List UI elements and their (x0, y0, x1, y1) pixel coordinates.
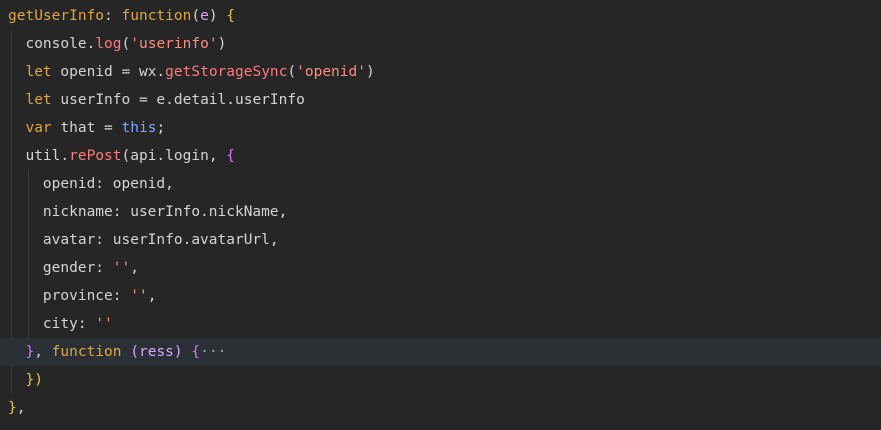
code-token: ) (365, 64, 375, 80)
code-line[interactable]: getUserInfo: function(e) { (0, 2, 881, 30)
code-line-text: city: '' (8, 310, 113, 338)
code-token: getStorageSync (165, 64, 288, 80)
code-line-text: nickname: userInfo.nickName, (8, 198, 287, 226)
code-line[interactable]: let openid = wx.getStorageSync('openid') (0, 58, 881, 86)
code-token: console (25, 36, 87, 52)
code-token: '' (112, 260, 131, 276)
code-line[interactable]: avatar: userInfo.avatarUrl, (0, 226, 881, 254)
code-line-text: gender: '', (8, 254, 139, 282)
code-token: userInfo = e.detail.userInfo (51, 92, 305, 108)
code-line[interactable]: var that = this; (0, 114, 881, 142)
code-line[interactable]: }) (0, 366, 881, 394)
code-token: . (86, 36, 96, 52)
code-line[interactable]: console.log('userinfo') (0, 30, 881, 58)
code-token: ( (287, 64, 297, 80)
code-line[interactable]: }, function (ress) {··· (0, 338, 881, 366)
code-token: function (121, 8, 192, 24)
code-token: let (25, 92, 52, 108)
code-token: { (191, 344, 201, 360)
code-token: }) (25, 372, 43, 388)
code-token: (ress) (130, 344, 183, 360)
code-token: function (51, 344, 122, 360)
code-token: this (121, 120, 157, 136)
code-token: , (34, 344, 52, 360)
code-token: ) (208, 8, 227, 24)
code-editor[interactable]: getUserInfo: function(e) { console.log('… (0, 0, 881, 430)
code-token: that = (51, 120, 122, 136)
code-line[interactable]: gender: '', (0, 254, 881, 282)
code-token: city: (42, 316, 96, 332)
code-line-text: avatar: userInfo.avatarUrl, (8, 226, 279, 254)
code-line[interactable]: util.rePost(api.login, { (0, 142, 881, 170)
code-line-text: }) (8, 366, 43, 394)
code-token: openid = wx. (51, 64, 166, 80)
code-token: } (8, 400, 17, 416)
code-line[interactable]: nickname: userInfo.nickName, (0, 198, 881, 226)
code-line-text: openid: openid, (8, 170, 174, 198)
code-token: '' (130, 288, 148, 304)
code-token: : (104, 8, 122, 24)
code-token: util. (25, 148, 70, 164)
code-token: , (130, 260, 139, 276)
code-line-text: let userInfo = e.detail.userInfo (8, 86, 305, 114)
code-token: , (16, 400, 26, 416)
code-token: ; (156, 120, 166, 136)
code-token: ) (217, 36, 227, 52)
code-token: province: (42, 288, 131, 304)
code-token: log (95, 36, 122, 52)
code-token: e (200, 8, 209, 24)
code-line-text: let openid = wx.getStorageSync('openid') (8, 58, 375, 86)
code-token: 'userinfo' (130, 36, 218, 52)
code-line[interactable]: }, (0, 394, 881, 422)
code-token: ( (191, 8, 201, 24)
code-line-text: util.rePost(api.login, { (8, 142, 235, 170)
code-token: (api.login, (121, 148, 227, 164)
code-token: gender: (42, 260, 113, 276)
code-token: let (25, 64, 52, 80)
code-token: 'openid' (296, 64, 366, 80)
code-line-text: var that = this; (8, 114, 165, 142)
code-line[interactable]: openid: openid, (0, 170, 881, 198)
code-token: , (147, 288, 157, 304)
code-token: openid: openid, (42, 176, 174, 192)
code-token: { (226, 148, 236, 164)
code-line[interactable]: province: '', (0, 282, 881, 310)
code-token: { (226, 8, 236, 24)
code-token: rePost (69, 148, 122, 164)
code-token: '' (95, 316, 113, 332)
code-line-text: }, function (ress) {··· (8, 338, 226, 366)
code-line-text: console.log('userinfo') (8, 30, 226, 58)
code-line-text: }, (8, 394, 25, 422)
code-token: nickname: userInfo.nickName, (42, 204, 288, 220)
code-line[interactable]: city: '' (0, 310, 881, 338)
code-token: ( (121, 36, 131, 52)
code-token: var (25, 120, 52, 136)
code-line[interactable]: let userInfo = e.detail.userInfo (0, 86, 881, 114)
code-token: ··· (200, 344, 227, 360)
code-token: getUserInfo (8, 8, 105, 24)
code-token: } (25, 344, 35, 360)
code-line-text: province: '', (8, 282, 157, 310)
code-line-text: getUserInfo: function(e) { (8, 2, 235, 30)
code-token: avatar: userInfo.avatarUrl, (42, 232, 279, 248)
